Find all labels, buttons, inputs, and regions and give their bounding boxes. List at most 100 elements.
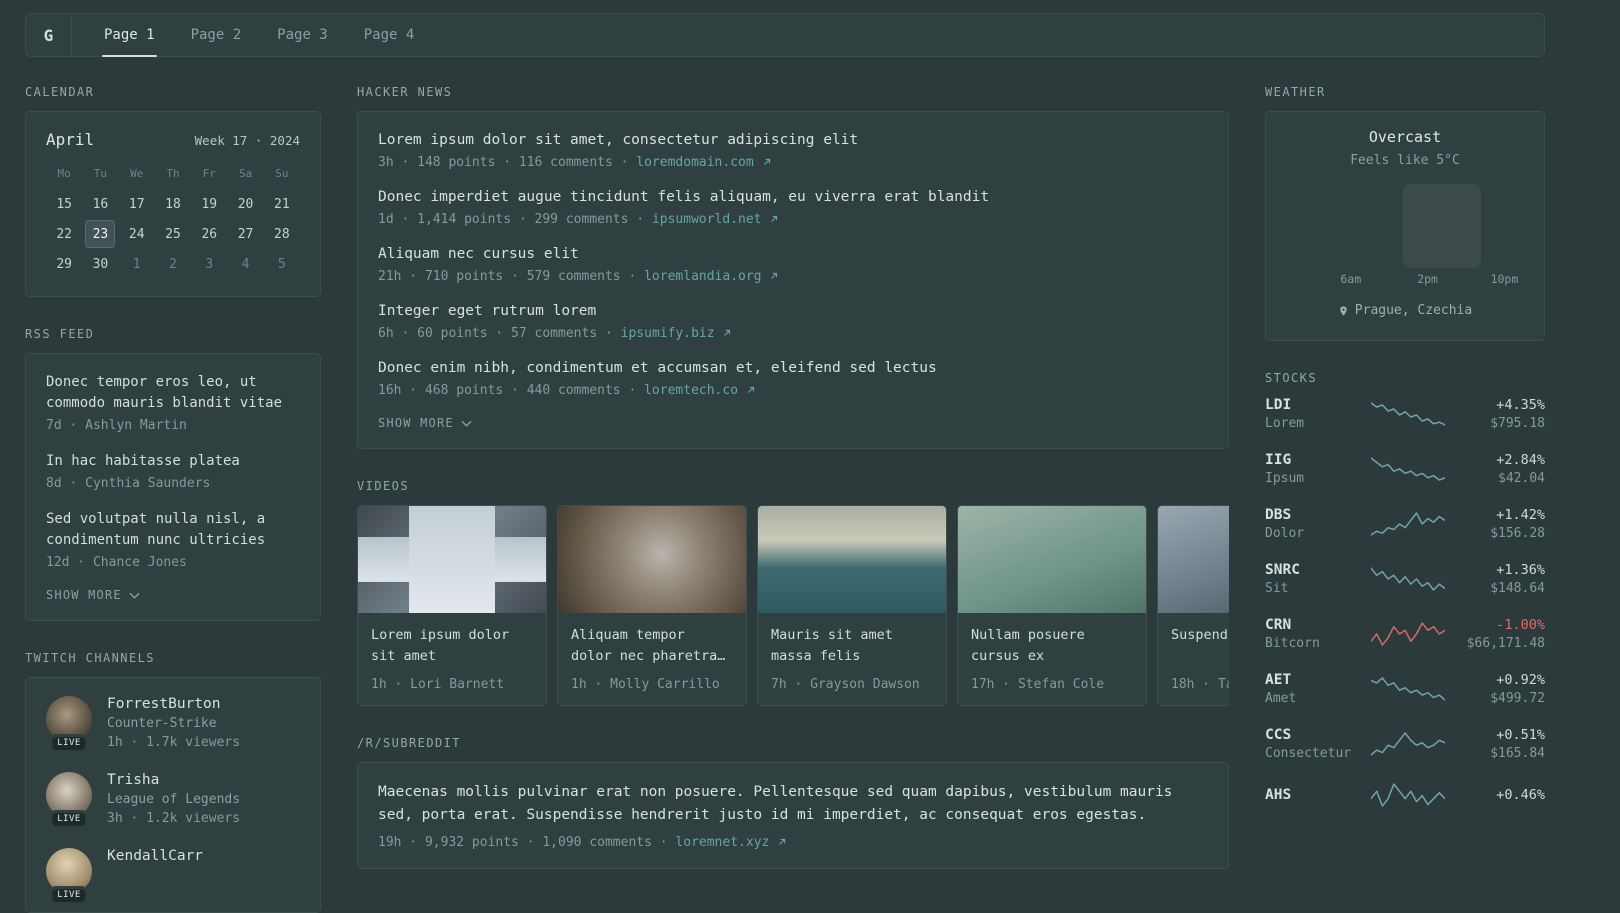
source-domain-link[interactable]: loremlandia.org [644,269,779,284]
hackernews-item: Lorem ipsum dolor sit amet, consectetur … [378,130,1208,170]
stock-identity: CCS Consectetur [1265,727,1361,761]
stock-values: +4.35% $795.18 [1455,397,1545,431]
stock-row[interactable]: IIG Ipsum +2.84% $42.04 [1265,452,1545,486]
show-more-button[interactable]: SHOW MORE [46,588,140,602]
location-pin-icon [1340,305,1347,316]
stock-sparkline [1371,731,1445,756]
video-thumbnail[interactable] [358,506,546,614]
channel-info: ForrestBurton Counter-Strike 1h · 1.7k v… [107,696,240,750]
page-tab[interactable]: Page 2 [181,14,252,56]
calendar-day: 17 [128,196,145,212]
show-more-button[interactable]: SHOW MORE [378,416,472,430]
twitch-card: LIVE ForrestBurton Counter-Strike 1h · 1… [25,677,321,913]
rss-item-title[interactable]: In hac habitasse platea [46,451,300,472]
subreddit-post-title[interactable]: Maecenas mollis pulvinar erat non posuer… [378,781,1208,827]
stock-row[interactable]: AET Amet +0.92% $499.72 [1265,672,1545,706]
channel-name[interactable]: ForrestBurton [107,696,240,712]
hackernews-item-title[interactable]: Integer eget rutrum lorem [378,301,1208,322]
video-card-body: Lorem ipsum dolor sit amet consectetu… 1… [358,613,546,705]
channel-name[interactable]: Trisha [107,772,240,788]
twitch-section-title: TWITCH CHANNELS [25,651,155,665]
stock-change: +0.51% [1496,726,1545,743]
weather-condition: Overcast [1368,128,1442,146]
video-card[interactable]: Mauris sit amet massa felis 7h · Grayson… [757,505,947,707]
video-thumbnail[interactable] [758,506,946,614]
source-domain-link[interactable]: loremnet.xyz [675,835,787,850]
live-badge: LIVE [52,813,86,826]
stock-row[interactable]: CRN Bitcorn -1.00% $66,171.48 [1265,617,1545,651]
hackernews-item-title[interactable]: Donec enim nibh, condimentum et accumsan… [378,358,1208,379]
twitch-channel-item[interactable]: LIVE KendallCarr [46,848,300,902]
video-title[interactable]: Suspendisse diam [1171,625,1229,667]
source-domain-link[interactable]: ipsumify.biz [621,326,733,341]
hackernews-widget: HACKER NEWS Lorem ipsum dolor sit amet, … [357,85,1229,450]
subreddit-card: Maecenas mollis pulvinar erat non posuer… [357,762,1229,870]
twitch-channel-item[interactable]: LIVE ForrestBurton Counter-Strike 1h · 1… [46,696,300,750]
item-stats: 6h · 60 points · 57 comments · [378,326,613,342]
video-meta: 17h · Stefan Cole [971,677,1105,693]
subreddit-widget: /R/SUBREDDIT Maecenas mollis pulvinar er… [357,736,1229,870]
hackernews-item-title[interactable]: Lorem ipsum dolor sit amet, consectetur … [378,130,1208,151]
stock-identity: AET Amet [1265,672,1361,706]
calendar-day: 20 [237,196,254,212]
stock-values: +0.92% $499.72 [1455,672,1545,706]
stock-row[interactable]: CCS Consectetur +0.51% $165.84 [1265,727,1545,761]
domain-text: loremtech.co [644,383,739,399]
video-card-body: Aliquam tempor dolor nec pharetra… 1h · … [558,613,746,705]
calendar-days-grid: 15 16 17 18 19 20 21 22 23 24 25 26 27 28 29 30 1 2 3 4 5 [46,190,300,278]
video-title[interactable]: Nullam posuere cursus ex [971,625,1133,667]
stock-row[interactable]: AHS +0.46% [1265,782,1545,808]
stock-row[interactable]: SNRC Sit +1.36% $148.64 [1265,562,1545,596]
source-domain-link[interactable]: loremdomain.com [636,155,771,170]
stock-name: Dolor [1265,525,1305,541]
video-card[interactable]: Suspendisse diam 18h · Tara [1157,505,1229,707]
external-link-icon [771,272,778,279]
twitch-widget: TWITCH CHANNELS LIVE ForrestBurton Count… [25,651,321,913]
video-thumbnail[interactable] [958,506,1146,614]
stock-change: +4.35% [1496,396,1545,413]
stock-sparkline [1371,401,1445,426]
hackernews-list: Lorem ipsum dolor sit amet, consectetur … [378,130,1208,398]
page-tab[interactable]: Page 4 [354,14,425,56]
video-thumbnail[interactable] [1158,506,1229,614]
day-of-week-label: Mo [57,167,71,180]
time-axis-label: 10pm [1490,272,1519,286]
stock-change: +0.46% [1496,786,1545,803]
rss-widget: RSS FEED Donec tempor eros leo, ut commo… [25,327,321,621]
stock-price: $795.18 [1490,415,1545,431]
stocks-section-title: STOCKS [1265,370,1317,385]
external-link-icon [763,158,770,165]
video-title[interactable]: Aliquam tempor dolor nec pharetra… [571,625,733,667]
live-badge: LIVE [52,889,86,902]
app-logo[interactable]: G [26,14,72,56]
video-thumbnail[interactable] [558,506,746,614]
stock-row[interactable]: LDI Lorem +4.35% $795.18 [1265,397,1545,431]
source-domain-link[interactable]: ipsumworld.net [652,212,779,227]
weather-section-title: WEATHER [1265,85,1326,99]
stock-values: +0.46% [1455,787,1545,803]
external-link-icon [771,215,778,222]
page-tab[interactable]: Page 3 [267,14,338,56]
rss-item-title[interactable]: Donec tempor eros leo, ut commodo mauris… [46,372,300,414]
weather-feels-like: Feels like 5°C [1350,153,1460,168]
page-tab[interactable]: Page 1 [94,14,165,57]
hackernews-item-title[interactable]: Donec imperdiet augue tincidunt felis al… [378,187,1208,208]
video-card[interactable]: Lorem ipsum dolor sit amet consectetu… 1… [357,505,547,707]
hackernews-item-title[interactable]: Aliquam nec cursus elit [378,244,1208,265]
stocks-widget: STOCKS LDI Lorem +4.35% $795.18 IIG Ipsu… [1265,371,1545,808]
twitch-channel-item[interactable]: LIVE Trisha League of Legends 3h · 1.2k … [46,772,300,826]
rss-item-title[interactable]: Sed volutpat nulla nisl, a condimentum n… [46,509,300,551]
source-domain-link[interactable]: loremtech.co [644,383,756,398]
video-title[interactable]: Mauris sit amet massa felis [771,625,933,667]
time-axis-label: 2pm [1417,272,1438,286]
calendar-day: 19 [201,196,218,212]
stock-sparkline [1371,621,1445,646]
video-card[interactable]: Nullam posuere cursus ex 17h · Stefan Co… [957,505,1147,707]
stock-identity: CRN Bitcorn [1265,617,1361,651]
rss-feed-item: Donec tempor eros leo, ut commodo mauris… [46,372,300,433]
video-title[interactable]: Lorem ipsum dolor sit amet consectetu… [371,625,533,667]
video-card[interactable]: Aliquam tempor dolor nec pharetra… 1h · … [557,505,747,707]
channel-name[interactable]: KendallCarr [107,848,203,864]
stock-row[interactable]: DBS Dolor +1.42% $156.28 [1265,507,1545,541]
item-stats: 3h · 148 points · 116 comments · [378,155,629,171]
